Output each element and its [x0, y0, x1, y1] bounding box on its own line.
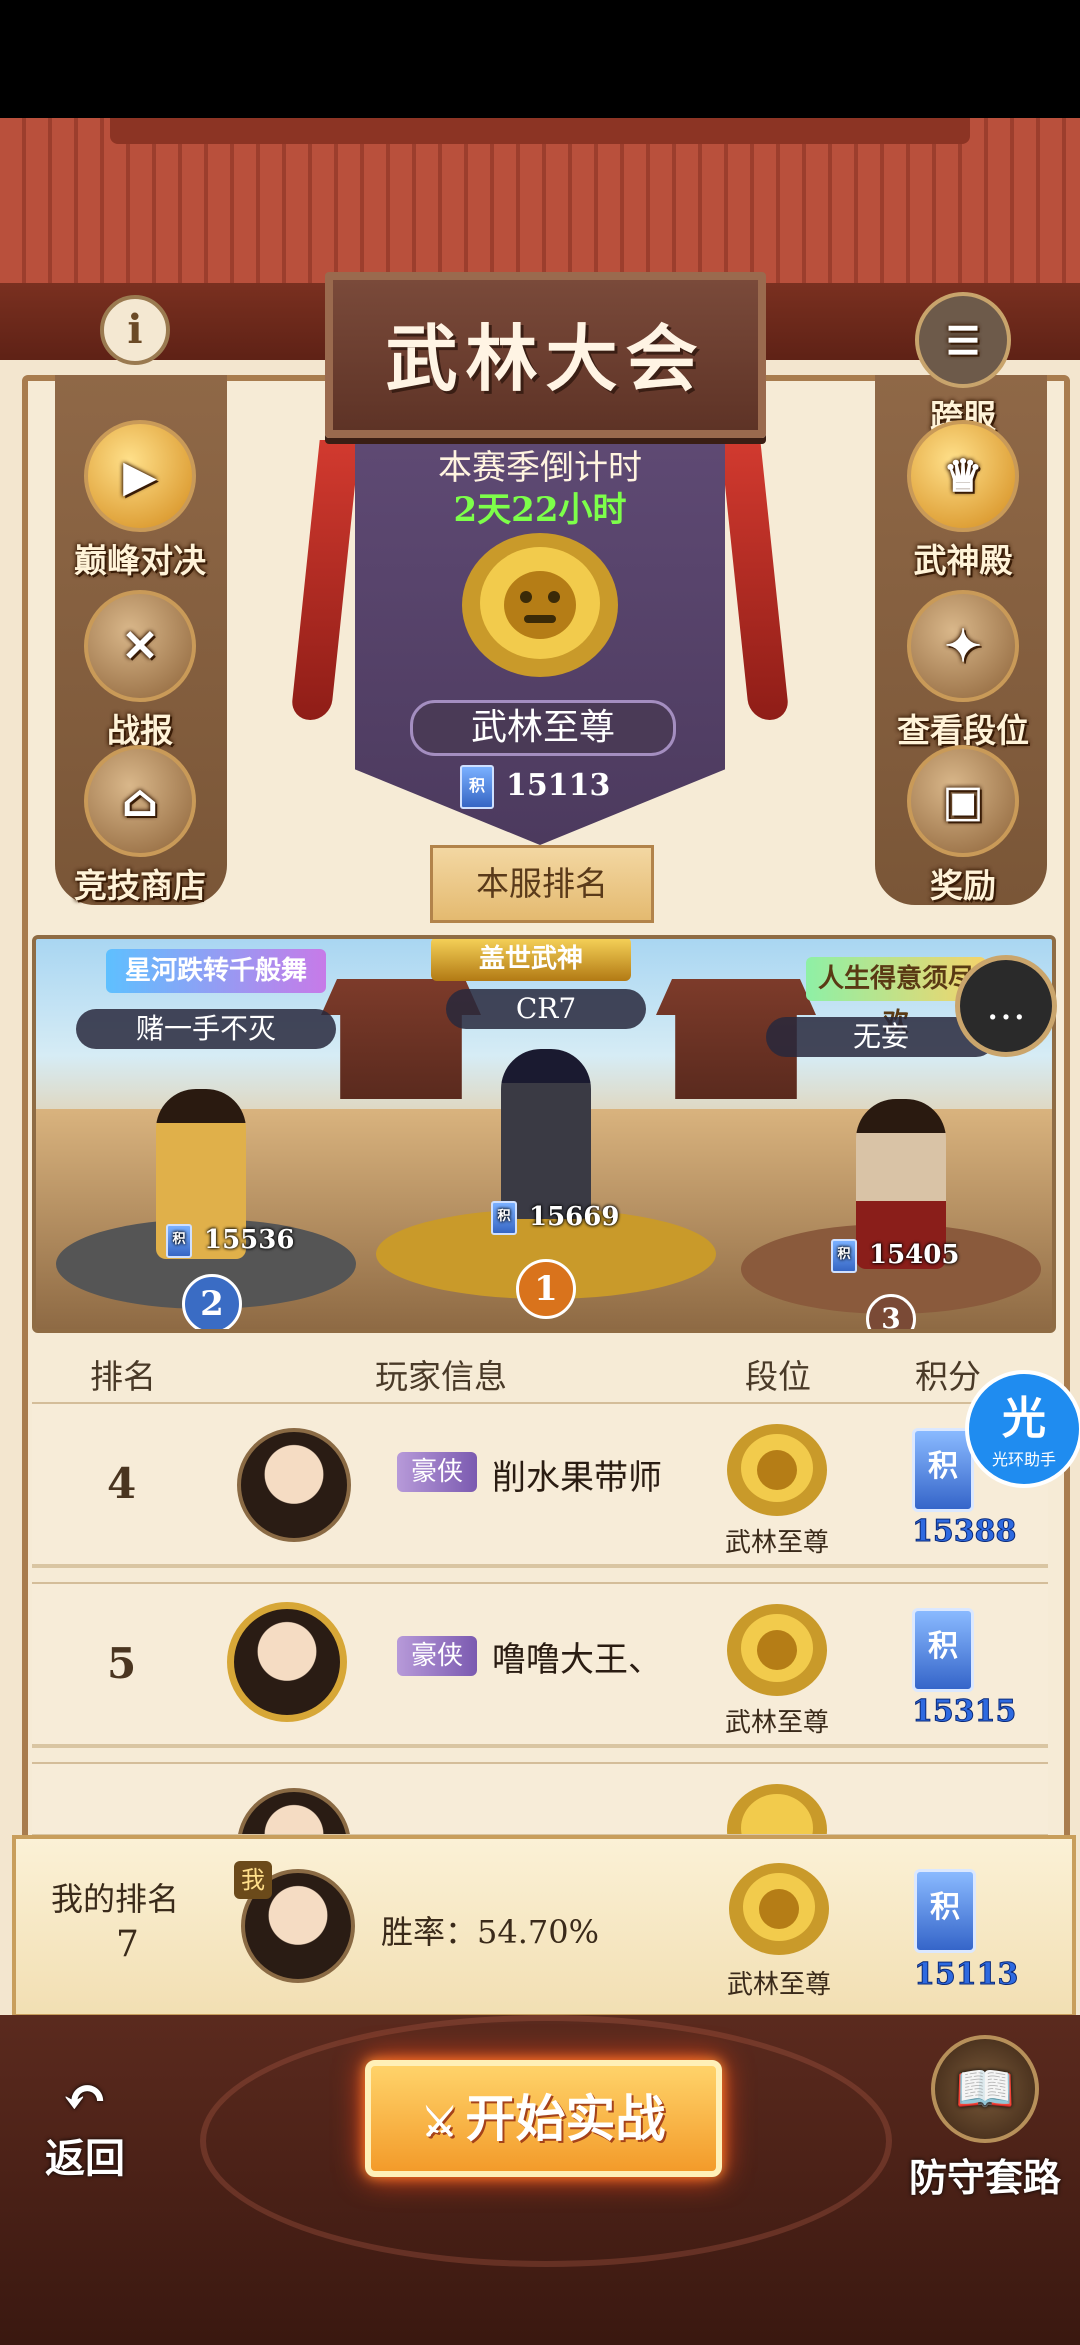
first-player-name: CR7 — [446, 989, 646, 1029]
third-player-score-value: 15405 — [869, 1240, 960, 1270]
view-tier-button[interactable]: ✦ 查看段位 — [888, 590, 1038, 752]
my-rank-label: 我的排名 — [51, 1880, 180, 1918]
cross-server-button[interactable]: ☰ 跨服 — [888, 292, 1038, 438]
points-token-icon: 积 — [831, 1239, 857, 1273]
war-god-hall-label: 武神殿 — [913, 541, 1013, 580]
season-score-value: 15113 — [506, 768, 611, 803]
table-row[interactable]: 5 豪侠 噜噜大王、 武林至尊 积 15315 — [32, 1582, 1048, 1748]
champion-title: 盖世武神 — [431, 939, 631, 981]
points-token-icon: 积 — [460, 765, 494, 809]
crossed-swords-icon: ⚔ — [421, 2099, 458, 2146]
rank-emblem-icon — [727, 1784, 827, 1834]
my-rank-bar: 我的排名 7 我 胜率：54.70% 武林至尊 积 15113 — [12, 1835, 1076, 2018]
my-tier-label: 武林至尊 — [726, 1970, 831, 2000]
season-score: 积 15113 — [460, 765, 660, 809]
rank-emblem-icon — [462, 533, 618, 677]
podium-scene: 盖世武神 星河跌转千般舞 人生得意须尽欢 CR7 赌一手不灭 无妄 积15536… — [32, 935, 1056, 1333]
first-player-score: 积 15669 — [491, 1201, 619, 1235]
my-rank-value: 7 — [116, 1924, 139, 1965]
points-token-icon: 积 — [912, 1608, 974, 1692]
me-badge: 我 — [234, 1861, 272, 1899]
second-player-name: 赌一手不灭 — [76, 1009, 336, 1049]
book-icon: 📖 — [931, 2035, 1039, 2143]
page-title: 武林大会 — [385, 316, 706, 401]
points-token-icon: 积 — [914, 1869, 976, 1953]
title-tag: 豪侠 — [397, 1636, 478, 1676]
avatar[interactable] — [237, 1788, 351, 1834]
avatar[interactable] — [227, 1602, 347, 1722]
first-player-figure[interactable] — [501, 1049, 591, 1219]
war-god-hall-button[interactable]: ♛ 武神殿 — [888, 420, 1038, 582]
player-name: 削水果带师 — [492, 1458, 662, 1498]
roof-ridge — [110, 118, 970, 144]
server-rank-button[interactable]: 本服排名 — [430, 845, 654, 923]
second-rank-badge: 2 — [182, 1274, 242, 1329]
peak-battle-button[interactable]: ▶ 巅峰对决 — [65, 420, 215, 582]
peak-battle-label: 巅峰对决 — [74, 541, 206, 580]
ranking-table-header: 排名 玩家信息 段位 积分 — [30, 1340, 1050, 1400]
player-points: 15315 — [911, 1694, 1017, 1730]
status-bar-area — [0, 0, 1080, 118]
chest-icon: ▣ — [907, 745, 1019, 857]
dragon-icon: ✦ — [907, 590, 1019, 702]
rank-emblem-icon — [729, 1863, 829, 1955]
season-rank-name: 武林至尊 — [410, 700, 676, 756]
table-row-partial[interactable] — [32, 1762, 1048, 1838]
shrine-icon: ♛ — [907, 420, 1019, 532]
start-battle-label-1: 开始 — [465, 2089, 566, 2148]
helper-glyph: 光 — [1002, 1393, 1046, 1444]
second-player-score: 积 15536 — [166, 1224, 294, 1258]
first-player-score-value: 15669 — [529, 1202, 620, 1232]
header-player-info: 玩家信息 — [375, 1357, 507, 1396]
row-rank: 5 — [107, 1639, 137, 1688]
rewards-button[interactable]: ▣ 奖励 — [888, 745, 1038, 907]
battle-report-button[interactable]: ✕ 战报 — [65, 590, 215, 752]
back-button[interactable]: ↶ 返回 — [30, 2070, 140, 2184]
tier-label: 武林至尊 — [724, 1708, 829, 1738]
arena-shop-label: 竞技商店 — [74, 866, 206, 905]
first-rank-badge: 1 — [516, 1259, 576, 1319]
third-player-score: 积 15405 — [831, 1239, 959, 1273]
defense-label: 防守套路 — [908, 2155, 1061, 2200]
second-player-score-value: 15536 — [204, 1225, 295, 1255]
rank-emblem-icon — [727, 1424, 827, 1516]
table-row[interactable]: 4 豪侠 削水果带师 武林至尊 积 15388 — [32, 1402, 1048, 1568]
info-button[interactable]: i — [100, 295, 170, 365]
rewards-label: 奖励 — [930, 866, 996, 905]
shop-icon: ⌂ — [84, 745, 196, 857]
header-tier: 段位 — [745, 1357, 811, 1396]
back-label: 返回 — [45, 2135, 125, 2182]
back-arrow-icon: ↶ — [61, 2065, 109, 2131]
helper-label: 光环助手 — [991, 1450, 1056, 1469]
roof-decoration — [0, 118, 1080, 297]
defense-routine-button[interactable]: 📖 防守套路 — [895, 2035, 1075, 2202]
header-rank: 排名 — [90, 1357, 156, 1396]
my-points: 15113 — [913, 1957, 1019, 1993]
avatar[interactable] — [237, 1428, 351, 1542]
start-battle-label-2: 实战 — [565, 2089, 666, 2148]
arena-shop-button[interactable]: ⌂ 竞技商店 — [65, 745, 215, 907]
scroll-icon: ✕ — [84, 590, 196, 702]
points-token-icon: 积 — [166, 1224, 192, 1258]
chat-bubble-icon[interactable]: … — [955, 955, 1057, 1057]
player-points: 15388 — [911, 1514, 1017, 1550]
second-title: 星河跌转千般舞 — [106, 949, 326, 993]
winrate-label: 胜率： — [381, 1913, 478, 1951]
points-token-icon: 积 — [491, 1201, 517, 1235]
player-name: 噜噜大王、 — [492, 1640, 662, 1680]
play-icon: ▶ — [84, 420, 196, 532]
season-countdown-value: 2天22小时 — [453, 490, 627, 530]
start-battle-button[interactable]: ⚔ 开始实战 — [365, 2060, 722, 2177]
rank-emblem-icon — [727, 1604, 827, 1696]
points-token-icon: 积 — [912, 1428, 974, 1512]
list-icon: ☰ — [915, 292, 1011, 388]
row-rank: 4 — [107, 1459, 137, 1508]
winrate-value: 54.70% — [477, 1913, 600, 1951]
tier-label: 武林至尊 — [724, 1528, 829, 1558]
my-winrate: 胜率：54.70% — [381, 1907, 599, 1953]
helper-float-button[interactable]: 光 光环助手 — [965, 1370, 1080, 1488]
title-tag: 豪侠 — [397, 1452, 478, 1492]
